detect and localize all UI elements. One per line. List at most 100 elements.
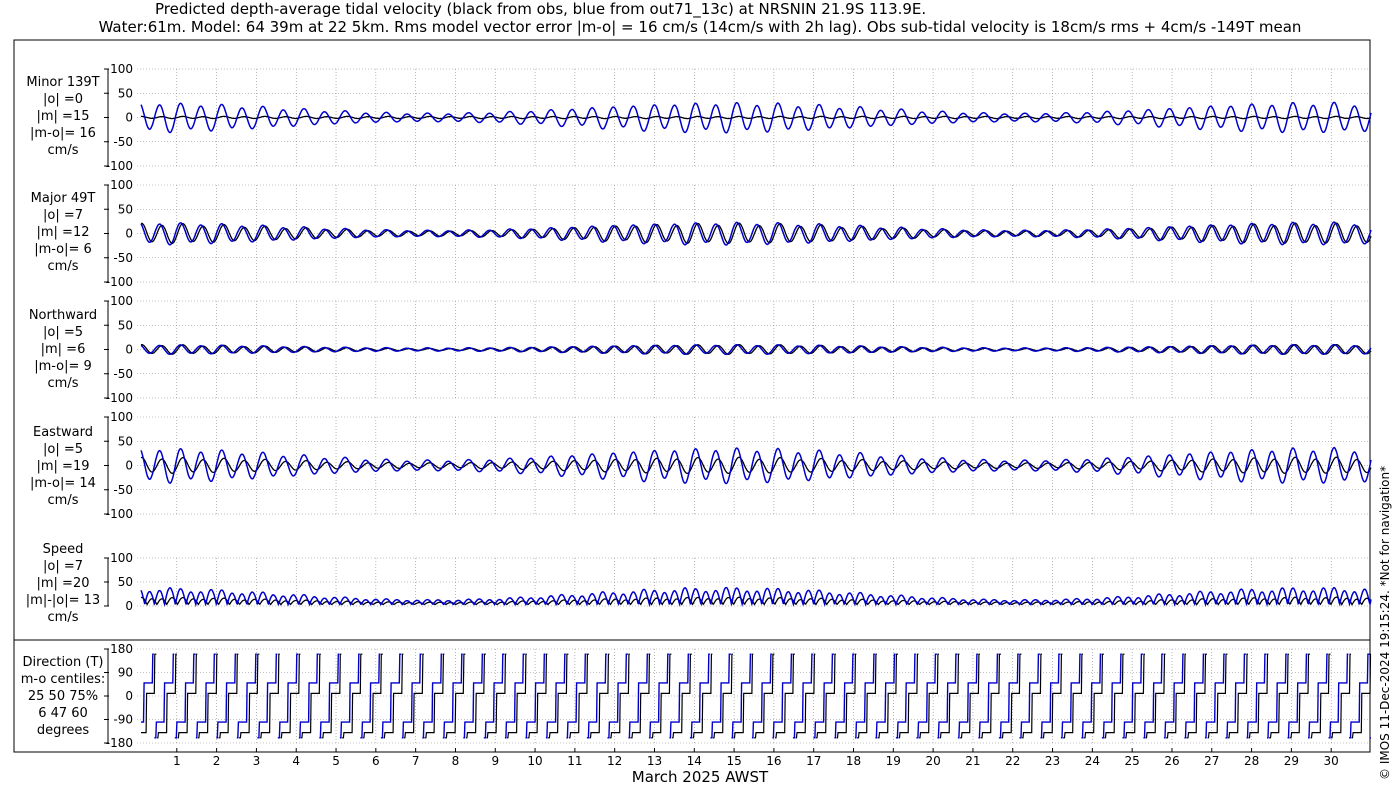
panel-major: 100 50 0 -50 -100 xyxy=(104,178,1372,289)
y-tick-label: 50 xyxy=(118,86,133,100)
panel-label-line: |m-o|= 9 xyxy=(34,359,92,374)
panel-label-line: Major 49T xyxy=(30,191,96,206)
panel-label-line: |o| =0 xyxy=(42,92,83,107)
y-tick-label: 100 xyxy=(110,294,133,308)
panel-label-line: cm/s xyxy=(47,610,79,625)
x-tick-label: 22 xyxy=(1005,754,1020,768)
y-tick-label: 180 xyxy=(110,642,133,656)
panel-label-speed: Speed |o| =7 |m| =20 |m|-|o|= 13 cm/s xyxy=(14,541,112,626)
panel-label-line: |o| =7 xyxy=(42,208,83,223)
y-tick-label: 50 xyxy=(118,202,133,216)
y-tick-label: 90 xyxy=(118,666,133,680)
y-tick-label: 0 xyxy=(125,227,133,241)
panel-label-line: |m| =19 xyxy=(36,459,90,474)
y-tick-label: 0 xyxy=(125,343,133,357)
x-tick-label: 1 xyxy=(173,754,181,768)
y-tick-label: -90 xyxy=(113,713,133,727)
panel-label-line: |o| =5 xyxy=(42,325,83,340)
x-tick-label: 3 xyxy=(253,754,261,768)
y-tick-label: 50 xyxy=(118,575,133,589)
x-tick-label: 2 xyxy=(213,754,221,768)
y-tick-label: -100 xyxy=(106,507,133,521)
y-tick-label: -50 xyxy=(113,367,133,381)
panel-label-eastward: Eastward |o| =5 |m| =19 |m-o|= 14 cm/s xyxy=(14,424,112,509)
y-tick-label: -100 xyxy=(106,159,133,173)
x-tick-label: 21 xyxy=(965,754,980,768)
x-tick-label: 4 xyxy=(292,754,300,768)
y-tick-label: 0 xyxy=(125,111,133,125)
panel-label-line: 25 50 75% xyxy=(27,689,99,704)
x-tick-label: 13 xyxy=(647,754,662,768)
upper-frame xyxy=(13,39,1371,641)
panel-label-line: Direction (T) xyxy=(22,655,104,670)
x-tick-label: 23 xyxy=(1045,754,1060,768)
x-tick-label: 17 xyxy=(806,754,821,768)
y-tick-label: 100 xyxy=(110,178,133,192)
x-tick-label: 29 xyxy=(1284,754,1299,768)
y-tick-label: -50 xyxy=(113,483,133,497)
panel-label-line: degrees xyxy=(36,723,90,738)
panel-label-line: Northward xyxy=(28,308,98,323)
panel-label-line: |m| =20 xyxy=(36,576,90,591)
panel-label-line: m-o centiles: xyxy=(20,672,106,687)
x-tick-label: 9 xyxy=(491,754,499,768)
x-tick-label: 19 xyxy=(886,754,901,768)
x-tick-label: 15 xyxy=(726,754,741,768)
x-axis: 1 2 3 4 5 6 7 8 9 10 11 12 13 14 15 16 17 18 19 20 21 22 23 24 2… xyxy=(173,748,1339,768)
y-tick-label: 100 xyxy=(110,551,133,565)
panel-label-line: Speed xyxy=(42,542,84,557)
panel-label-line: Minor 139T xyxy=(26,75,100,90)
panel-speed: 100 50 0 xyxy=(104,551,1372,613)
panel-label-minor: Minor 139T |o| =0 |m| =15 |m-o|= 16 cm/s xyxy=(14,74,112,159)
x-tick-label: 12 xyxy=(607,754,622,768)
y-tick-label: 0 xyxy=(125,599,133,613)
x-tick-label: 11 xyxy=(567,754,582,768)
x-tick-label: 10 xyxy=(527,754,542,768)
panel-label-line: |m| =12 xyxy=(36,225,90,240)
y-tick-label: -100 xyxy=(106,275,133,289)
panel-label-line: |o| =7 xyxy=(42,559,83,574)
y-tick-label: -50 xyxy=(113,135,133,149)
x-tick-label: 24 xyxy=(1085,754,1100,768)
panel-label-line: |m-o|= 16 xyxy=(30,126,96,141)
panel-label-line: |m-o|= 14 xyxy=(30,476,96,491)
panel-label-line: Eastward xyxy=(32,425,94,440)
x-axis-label: March 2025 AWST xyxy=(631,768,769,786)
panel-eastward: 100 50 0 -50 -100 xyxy=(104,410,1372,521)
x-tick-label: 5 xyxy=(332,754,340,768)
panel-label-line: cm/s xyxy=(47,493,79,508)
panel-minor: 100 50 0 -50 -100 xyxy=(104,62,1372,173)
panel-direction: 180900-90-180 xyxy=(104,642,1372,750)
panel-label-line: 6 47 60 xyxy=(38,706,88,721)
y-tick-label: 100 xyxy=(110,62,133,76)
panel-northward: 100 50 0 -50 -100 xyxy=(104,294,1372,405)
panel-label-line: |o| =5 xyxy=(42,442,83,457)
y-tick-label: -50 xyxy=(113,251,133,265)
x-tick-label: 6 xyxy=(372,754,380,768)
tidal-velocity-figure: 100500-50-100100500-50-100100500-50-1001… xyxy=(13,39,1372,768)
panel-label-line: |m|-|o|= 13 xyxy=(25,593,101,608)
x-tick-label: 25 xyxy=(1125,754,1140,768)
panel-label-direction: Direction (T) m-o centiles: 25 50 75% 6 47 … xyxy=(14,654,112,739)
x-tick-label: 20 xyxy=(925,754,940,768)
x-tick-label: 7 xyxy=(412,754,420,768)
y-tick-label: 0 xyxy=(125,689,133,703)
panel-label-northward: Northward |o| =5 |m| =6 |m-o|= 9 cm/s xyxy=(14,307,112,392)
panel-label-line: cm/s xyxy=(47,143,79,158)
x-tick-label: 18 xyxy=(846,754,861,768)
x-tick-label: 16 xyxy=(766,754,781,768)
panel-label-line: cm/s xyxy=(47,259,79,274)
y-tick-label: 50 xyxy=(118,434,133,448)
panel-label-line: |m| =15 xyxy=(36,109,90,124)
x-tick-label: 27 xyxy=(1204,754,1219,768)
x-tick-label: 14 xyxy=(687,754,702,768)
y-tick-label: -100 xyxy=(106,391,133,405)
x-tick-label: 30 xyxy=(1324,754,1339,768)
x-tick-label: 8 xyxy=(452,754,460,768)
panel-label-major: Major 49T |o| =7 |m| =12 |m-o|= 6 cm/s xyxy=(14,190,112,275)
x-tick-label: 28 xyxy=(1244,754,1259,768)
x-tick-label: 26 xyxy=(1164,754,1179,768)
series-obs-minor xyxy=(140,115,1372,120)
y-tick-label: 100 xyxy=(110,410,133,424)
y-tick-label: 0 xyxy=(125,459,133,473)
